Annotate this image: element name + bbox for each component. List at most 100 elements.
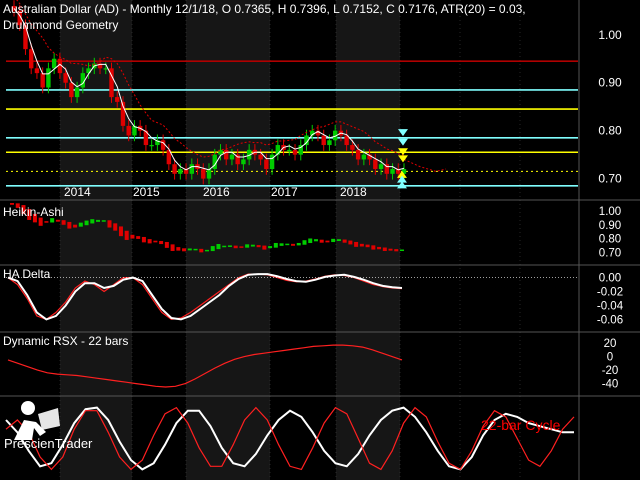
price-candle: [51, 58, 57, 69]
price-candle: [361, 154, 367, 160]
ha-candle: [342, 239, 347, 243]
price-candle: [350, 145, 355, 150]
ha-candle: [176, 247, 181, 251]
price-candle: [69, 82, 74, 98]
reading-figure-icon: [14, 401, 60, 440]
price-candle: [74, 87, 80, 98]
price-candle: [40, 73, 45, 88]
price-candle: [224, 149, 229, 160]
ha-candle: [227, 245, 232, 247]
ha-candle: [233, 245, 238, 249]
ha-candle: [313, 239, 318, 242]
price-candle: [292, 149, 298, 155]
ha-candle: [96, 219, 101, 222]
ha-candle: [61, 220, 66, 225]
price-candle: [321, 135, 326, 146]
price-candle: [103, 68, 108, 70]
ha-candle: [130, 234, 135, 239]
y-tick-label: -0.06: [597, 314, 623, 326]
y-tick-label: 0: [607, 352, 613, 364]
x-tick-label: 2015: [133, 185, 160, 199]
ha-candle: [210, 246, 215, 252]
rsx-title: Dynamic RSX - 22 bars: [3, 334, 128, 348]
y-tick-label: 1.00: [599, 206, 621, 218]
y-tick-label: 0.70: [599, 247, 621, 259]
ha-candle: [193, 248, 198, 251]
ha-candle: [124, 230, 129, 240]
price-candle: [390, 169, 395, 174]
price-candle: [327, 140, 332, 146]
y-tick-label: -20: [602, 365, 619, 377]
price-candle: [172, 164, 177, 174]
price-candle: [355, 149, 361, 160]
ha-candle: [84, 220, 89, 226]
ha-candle: [296, 242, 301, 246]
y-tick-label: 0.80: [599, 234, 621, 246]
ha-candle: [302, 240, 307, 245]
price-projection: [403, 158, 447, 172]
ha-candle: [319, 239, 324, 243]
price-candle: [29, 49, 34, 69]
y-tick-label: 20: [604, 338, 617, 350]
ha-candle: [118, 226, 123, 237]
heikin-ashi-title: Heikin-Ashi: [3, 205, 64, 219]
ha-candle: [336, 239, 341, 241]
ha-candle: [279, 243, 284, 246]
price-candle: [373, 159, 378, 170]
ha-candle: [44, 221, 49, 223]
ha-candle: [182, 248, 187, 252]
chart-header-line2: Drummond Geometry: [3, 18, 118, 32]
y-tick-label: -40: [602, 379, 619, 391]
price-candle: [115, 97, 120, 102]
ha-candle: [153, 240, 158, 243]
ha-candle: [377, 246, 382, 250]
y-tick-label: 0.90: [599, 220, 621, 232]
price-candle: [201, 169, 206, 179]
ha-candle: [291, 243, 296, 246]
ha-candle: [325, 240, 330, 243]
ha-candle: [164, 241, 169, 248]
ha-candle: [331, 238, 336, 243]
price-candle: [149, 145, 154, 147]
ha-candle: [205, 249, 209, 252]
price-candle: [206, 169, 212, 179]
logo-text: PrescienTrader: [4, 436, 93, 451]
y-tick-label: -0.04: [597, 300, 624, 312]
ha-candle: [256, 245, 261, 248]
y-tick-label: 1.00: [598, 28, 622, 42]
price-candle: [241, 159, 246, 165]
ha-candle: [55, 219, 60, 222]
ha-candle: [365, 244, 370, 248]
ha-candle: [187, 248, 192, 251]
x-tick-label: 2016: [203, 185, 230, 199]
ha-candle: [222, 245, 227, 248]
y-tick-label: 0.00: [599, 273, 621, 285]
chart-header-line1: Australian Dollar (AD) - Monthly 12/1/18…: [3, 2, 526, 16]
price-candle: [189, 164, 194, 174]
ha-candle: [382, 247, 387, 251]
ha-candle: [400, 249, 404, 252]
ha-candle: [199, 248, 204, 253]
ha-candle: [250, 244, 255, 247]
year-band: [186, 0, 270, 480]
ha-candle: [141, 236, 146, 243]
price-candle: [258, 154, 263, 160]
price-candle: [178, 169, 183, 174]
ha-candle: [273, 242, 278, 248]
ha-candle: [136, 236, 141, 239]
ha-candle: [73, 224, 78, 228]
ha-candle: [107, 220, 112, 228]
ha-delta-title: HA Delta: [3, 267, 51, 281]
ha-candle: [67, 221, 72, 229]
price-candle: [378, 164, 384, 170]
y-tick-label: 0.90: [598, 76, 622, 90]
x-tick-label: 2017: [271, 185, 298, 199]
y-tick-label: 0.70: [598, 172, 622, 186]
ha-candle: [348, 240, 353, 245]
price-candle: [229, 154, 235, 160]
price-candle: [46, 68, 51, 88]
ha-candle: [359, 243, 364, 247]
x-tick-label: 2018: [340, 185, 367, 199]
ha-candle: [239, 246, 244, 248]
ha-candle: [354, 241, 359, 247]
